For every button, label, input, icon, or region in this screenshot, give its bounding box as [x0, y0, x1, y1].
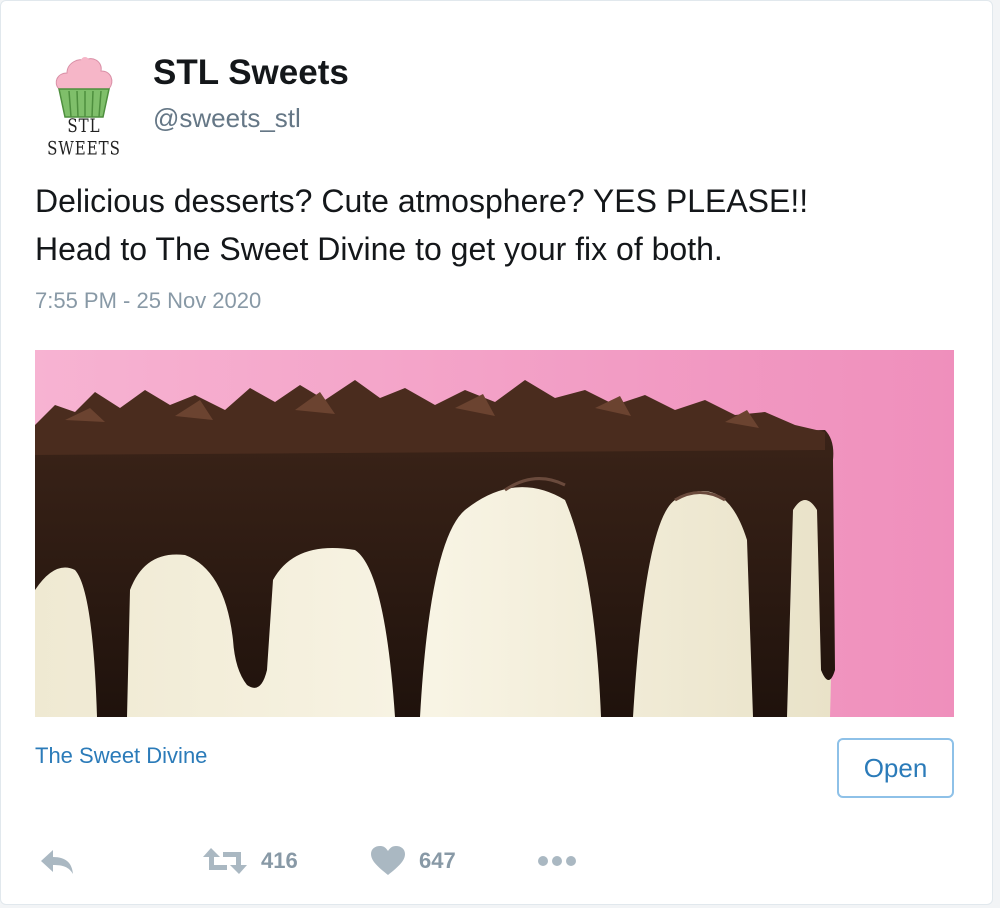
- card-image[interactable]: [35, 350, 954, 717]
- more-icon: [538, 856, 576, 866]
- display-name[interactable]: STL Sweets: [153, 53, 349, 93]
- tweet-text-line: Delicious desserts? Cute atmosphere? YES…: [35, 183, 809, 219]
- tweet-text-line: Head to The Sweet Divine to get your fix…: [35, 231, 723, 267]
- like-button[interactable]: 647: [371, 837, 456, 885]
- open-button[interactable]: Open: [837, 738, 954, 798]
- tweet-card: STL SWEETS STL Sweets @sweets_stl Delici…: [0, 0, 993, 905]
- heart-icon: [371, 846, 405, 875]
- avatar[interactable]: STL SWEETS: [35, 45, 133, 160]
- like-count: 647: [419, 848, 456, 873]
- tweet-text: Delicious desserts? Cute atmosphere? YES…: [35, 177, 965, 273]
- avatar-wordmark: STL SWEETS: [47, 114, 121, 160]
- reply-icon: [41, 850, 73, 874]
- retweet-icon: [203, 848, 247, 874]
- tweet-actions: 416 647: [35, 837, 595, 885]
- cake-photo: [35, 350, 954, 717]
- reply-button[interactable]: [39, 837, 75, 885]
- retweet-count: 416: [261, 848, 298, 873]
- more-button[interactable]: [537, 837, 577, 885]
- tweet-timestamp[interactable]: 7:55 PM - 25 Nov 2020: [35, 288, 261, 314]
- card-link-title[interactable]: The Sweet Divine: [35, 743, 207, 769]
- account-handle[interactable]: @sweets_stl: [153, 103, 301, 134]
- retweet-button[interactable]: 416: [203, 837, 298, 885]
